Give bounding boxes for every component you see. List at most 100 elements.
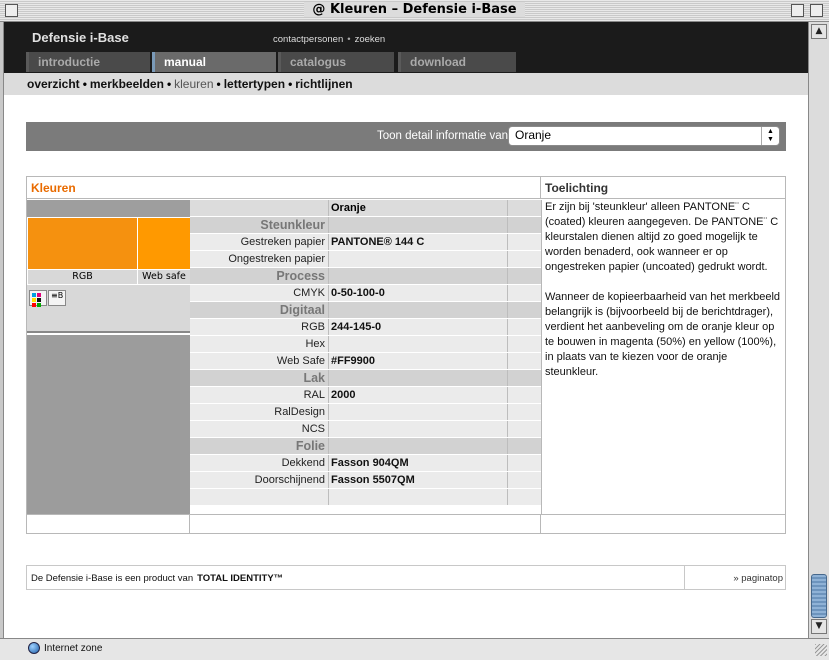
spec-value: 0-50-100-0 [330,285,508,301]
spec-row: Gestreken papier PANTONE® 144 C [190,234,541,251]
resize-grip-icon[interactable] [815,644,827,656]
spec-row: Ongestreken papier [190,251,541,268]
toelichting-header: Toelichting [541,177,785,199]
spec-label: RGB [190,319,329,335]
spec-label: Doorschijnend [190,472,329,488]
detail-filter-bar: Toon detail informatie van: Oranje ▲ ▼ [26,122,786,151]
spec-label: Hex [190,336,329,352]
tab-download[interactable]: download [398,52,516,72]
site-footer: De Defensie i-Base is een product van TOT… [26,565,786,590]
spec-value: 244-145-0 [330,319,508,335]
spec-value: Fasson 5507QM [330,472,508,488]
spec-header-row: Oranje [190,200,541,217]
icon-b-label: B [57,291,64,300]
spec-extra-cell [509,336,541,352]
color-select-dropdown[interactable]: Oranje ▲ ▼ [508,126,780,146]
spec-extra-cell [509,455,541,471]
spec-group-label: Process [190,268,329,284]
download-b-icon[interactable]: ≡B [48,290,66,306]
subnav-merkbeelden[interactable]: merkbeelden [90,77,164,91]
spec-group-row: Lak [190,370,541,387]
spec-group-label: Folie [190,438,329,454]
spec-group-row: Process [190,268,541,285]
spec-row: Dekkend Fasson 904QM [190,455,541,472]
spec-value: PANTONE® 144 C [330,234,508,250]
swatch-filler [27,335,190,514]
spec-extra-cell [509,319,541,335]
swatch-web-safe [138,218,190,269]
spec-label: CMYK [190,285,329,301]
site-brand[interactable]: Defensie i-Base [32,30,129,45]
collapse-box-icon[interactable] [810,4,823,17]
footer-brand-link[interactable]: TOTAL IDENTITY™ [197,573,283,584]
footer-cell [27,515,190,534]
spec-value: #FF9900 [330,353,508,369]
spec-group-row: Folie [190,438,541,455]
spec-group-label: Steunkleur [190,217,329,233]
footer-text: De Defensie i-Base is een product van TOT… [31,573,283,584]
spec-extra-cell [509,302,541,318]
spec-label: RAL [190,387,329,403]
link-contactpersonen[interactable]: contactpersonen [273,34,343,45]
spec-extra-cell [509,404,541,420]
spec-value [330,404,508,420]
tab-catalogus[interactable]: catalogus [278,52,394,72]
sub-navigation: overzicht • merkbeelden • kleuren • lettertype… [4,73,808,95]
spec-value [330,489,508,505]
spec-label: Ongestreken papier [190,251,329,267]
toelichting-paragraph: Wanneer de kopieerbaarheid van het merkb… [545,291,781,378]
spec-row: NCS [190,421,541,438]
page-top-link[interactable]: » paginatop [684,566,785,589]
swatch-label-rgb: RGB [28,269,137,284]
status-bar: Internet zone [0,638,829,660]
spec-group-label: Digitaal [190,302,329,318]
subnav-kleuren[interactable]: kleuren [174,77,213,91]
subnav-overzicht[interactable]: overzicht [27,77,80,91]
spec-extra-cell [509,489,541,505]
scroll-up-icon[interactable]: ▲ [811,24,827,39]
spec-group-label: Lak [190,370,329,386]
kleuren-header: Kleuren [27,177,541,199]
window-titlebar: @ Kleuren – Defensie i-Base [0,0,829,22]
spec-value [330,370,508,386]
spec-row: RAL 2000 [190,387,541,404]
status-zone: Internet zone [44,643,103,654]
spec-label: Web Safe [190,353,329,369]
swatch-rgb [28,218,137,269]
link-zoeken[interactable]: zoeken [355,34,386,45]
spec-row: Doorschijnend Fasson 5507QM [190,472,541,489]
spec-value: 2000 [330,387,508,403]
subnav-richtlijnen[interactable]: richtlijnen [295,77,352,91]
scrollbar-thumb[interactable] [811,574,827,618]
scroll-down-icon[interactable]: ▼ [811,619,827,634]
tab-manual[interactable]: manual [152,52,276,72]
spec-label: Dekkend [190,455,329,471]
spec-value [330,336,508,352]
spec-value [330,438,508,454]
spec-extra-cell [509,472,541,488]
spec-group-row: Steunkleur [190,217,541,234]
toelichting-body: Er zijn bij 'steunkleur' alleen PANTONE¨… [541,200,785,514]
spec-value: Fasson 904QM [330,455,508,471]
swatch-header-band [27,200,190,217]
top-links: contactpersonen • zoeken [273,34,385,45]
toelichting-paragraph: Er zijn bij 'steunkleur' alleen PANTONE¨… [545,201,779,273]
spec-row: CMYK 0-50-100-0 [190,285,541,302]
table-footer-row [27,514,785,534]
window-title: @ Kleuren – Defensie i-Base [0,2,829,17]
subnav-lettertypen[interactable]: lettertypen [224,77,285,91]
spec-extra-cell [509,285,541,301]
link-separator: • [347,34,351,45]
spec-row: RGB 244-145-0 [190,319,541,336]
spec-value [330,251,508,267]
spec-extra-cell [509,353,541,369]
select-arrows-icon: ▲ ▼ [761,127,779,145]
spec-extra-cell [509,421,541,437]
cmyk-palette-icon[interactable] [29,290,47,307]
vertical-scrollbar[interactable]: ▲ ▼ [808,22,829,638]
zoom-box-icon[interactable] [791,4,804,17]
tab-introductie[interactable]: introductie [26,52,150,72]
spec-group-row: Digitaal [190,302,541,319]
footer-cell [190,515,541,534]
detail-filter-label: Toon detail informatie van: [377,130,512,142]
